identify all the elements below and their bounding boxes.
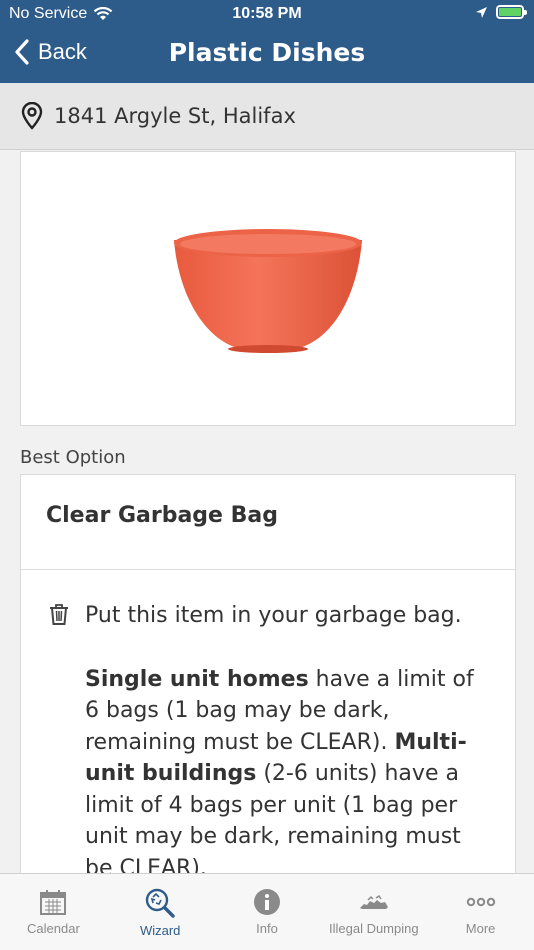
tab-wizard[interactable]: Wizard (107, 874, 214, 950)
address-text: 1841 Argyle St, Halifax (54, 104, 296, 128)
tab-label: Wizard (139, 923, 181, 938)
dumping-icon (359, 894, 388, 909)
address-bar[interactable]: 1841 Argyle St, Halifax (0, 83, 534, 150)
single-unit-label: Single unit homes (85, 666, 309, 692)
tab-label: More (465, 921, 496, 936)
tab-more[interactable]: More (427, 874, 534, 950)
trash-icon (50, 604, 68, 625)
best-option-card: Clear Garbage Bag Put this item in your … (20, 474, 516, 894)
back-button[interactable]: Back (14, 38, 87, 66)
option-text: Put this item in your garbage bag. Singl… (85, 600, 489, 884)
best-option-label: Best Option (20, 447, 126, 468)
orange-bowl-image (174, 229, 362, 353)
item-image-card (20, 151, 516, 426)
location-arrow-icon (476, 6, 487, 18)
instruction-text: Put this item in your garbage bag. (85, 603, 462, 628)
info-icon (253, 889, 280, 915)
status-time: 10:58 PM (232, 5, 302, 22)
location-pin-icon (21, 102, 43, 130)
tab-label: Info (256, 921, 278, 936)
status-right (475, 5, 527, 19)
tab-label: Illegal Dumping (328, 921, 419, 936)
tab-info[interactable]: Info (214, 874, 321, 950)
wizard-search-icon (145, 888, 175, 918)
tab-calendar[interactable]: Calendar (0, 874, 107, 950)
tab-bar: Calendar Wizard Info Illegal Dumping Mor… (0, 873, 534, 950)
nav-bar: Back Plastic Dishes (0, 28, 534, 83)
tab-label: Calendar (27, 921, 80, 936)
status-bar: No Service 10:58 PM (0, 0, 534, 28)
chevron-left-icon (15, 39, 29, 65)
tab-illegal-dumping[interactable]: Illegal Dumping (320, 874, 427, 950)
option-title: Clear Garbage Bag (21, 475, 515, 570)
back-label: Back (38, 39, 87, 64)
limit-details: Single unit homes have a limit of 6 bags… (85, 664, 489, 885)
option-body: Put this item in your garbage bag. Singl… (21, 570, 515, 884)
more-icon (466, 897, 495, 907)
battery-icon (496, 5, 527, 19)
calendar-icon (40, 890, 67, 915)
